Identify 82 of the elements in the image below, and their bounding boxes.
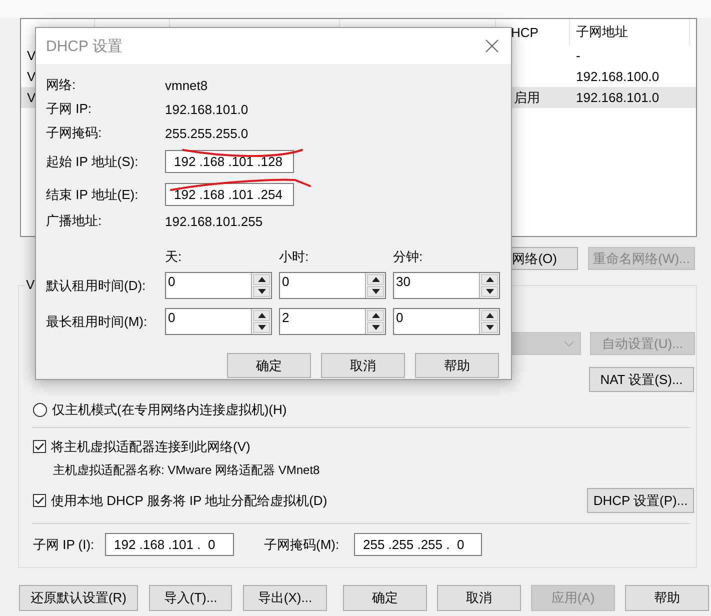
spin-field[interactable]: 0 — [393, 308, 500, 335]
dialog-button[interactable]: 取消 — [321, 353, 405, 378]
footer-button[interactable]: 导出(X)... — [243, 585, 327, 611]
table-cell: 启用 — [514, 88, 540, 106]
table-cell: V — [27, 48, 36, 63]
chevron-down-icon — [564, 340, 574, 346]
up-triangle-icon — [258, 313, 266, 318]
spin-down-button[interactable] — [253, 286, 270, 297]
spin-field[interactable]: 0 — [165, 308, 272, 335]
spin-up-button[interactable] — [253, 274, 270, 285]
adapter-name-text: 主机虚拟适配器名称: VMware 网络适配器 VMnet8 — [53, 462, 321, 478]
up-triangle-icon — [372, 313, 380, 318]
ip-field[interactable]: 255 .255 .255 . 0 — [354, 533, 482, 556]
field-label: 最长租用时间(M): — [46, 312, 148, 330]
column-header[interactable]: HCP — [511, 24, 538, 40]
field-label: 默认租用时间(D): — [46, 276, 147, 294]
field-label: 子网掩码: — [46, 124, 103, 142]
close-icon[interactable] — [485, 39, 499, 53]
table-cell: V — [27, 90, 36, 105]
footer-button[interactable]: 帮助 — [625, 585, 709, 611]
down-triangle-icon — [372, 325, 380, 330]
column-label: 小时: — [279, 249, 309, 264]
checkbox[interactable] — [33, 440, 46, 453]
down-triangle-icon — [486, 325, 494, 330]
footer-button[interactable]: 还原默认设置(R) — [19, 585, 138, 611]
dialog-title: DHCP 设置 — [46, 36, 122, 56]
spin-down-button[interactable] — [253, 322, 270, 333]
table-cell: 192.168.100.0 — [576, 69, 660, 84]
group-label: V — [25, 277, 36, 292]
spin-down-button[interactable] — [481, 322, 498, 333]
column-label: 天: — [165, 249, 182, 264]
column-header[interactable]: 子网地址 — [576, 23, 628, 41]
ip-field[interactable]: 192 .168 .101 . 0 — [105, 533, 234, 556]
field-value: vmnet8 — [165, 78, 208, 92]
dhcp-settings-button[interactable]: DHCP 设置(P)... — [587, 488, 694, 513]
spin-up-button[interactable] — [481, 310, 498, 321]
footer-button[interactable]: 确定 — [343, 585, 427, 611]
table-cell: V — [27, 69, 36, 84]
up-triangle-icon — [486, 277, 494, 282]
spin-down-button[interactable] — [367, 286, 384, 297]
spin-up-button[interactable] — [367, 310, 384, 321]
nat-settings-button[interactable]: NAT 设置(S)... — [589, 367, 694, 392]
spin-down-button[interactable] — [481, 286, 498, 297]
spin-field[interactable]: 0 — [279, 272, 386, 299]
spin-up-button[interactable] — [253, 310, 270, 321]
table-cell: 192.168.101.0 — [576, 90, 660, 105]
field-value: 255.255.255.0 — [165, 126, 248, 140]
down-triangle-icon — [486, 289, 494, 294]
radio-label[interactable]: 仅主机模式(在专用网络内连接虚拟机)(H) — [52, 400, 287, 418]
checkbox-label[interactable]: 将主机虚拟适配器连接到此网络(V) — [51, 438, 250, 456]
spin-field[interactable]: 0 — [165, 272, 272, 299]
spin-field[interactable]: 30 — [393, 272, 500, 299]
field-label: 子网掩码(M): — [264, 536, 340, 554]
up-triangle-icon — [372, 277, 380, 282]
footer-button[interactable]: 取消 — [437, 585, 521, 611]
table-cell: - — [576, 48, 580, 63]
field-label: 子网 IP (I): — [33, 536, 96, 554]
field-label: 子网 IP: — [46, 100, 93, 118]
column-label: 分钟: — [393, 249, 423, 264]
ip-field[interactable]: 192 .168 .101 .254 — [165, 183, 294, 206]
down-triangle-icon — [258, 325, 266, 330]
ip-field[interactable]: 192 .168 .101 .128 — [165, 150, 294, 173]
field-label: 起始 IP 地址(S): — [46, 152, 140, 170]
field-label: 结束 IP 地址(E): — [46, 186, 140, 204]
spin-down-button[interactable] — [367, 322, 384, 333]
down-triangle-icon — [372, 289, 380, 294]
spin-up-button[interactable] — [367, 274, 384, 285]
dialog-button[interactable]: 确定 — [227, 353, 311, 378]
field-label: 广播地址: — [46, 212, 103, 230]
field-value: 192.168.101.255 — [165, 214, 263, 228]
down-triangle-icon — [258, 289, 266, 294]
field-label: 网络: — [46, 76, 77, 94]
checkbox-label[interactable]: 使用本地 DHCP 服务将 IP 地址分配给虚拟机(D) — [51, 492, 328, 510]
up-triangle-icon — [258, 277, 266, 282]
field-value: 192.168.101.0 — [165, 102, 248, 116]
checkbox[interactable] — [33, 494, 46, 507]
spin-up-button[interactable] — [481, 274, 498, 285]
radio-button[interactable] — [33, 402, 47, 416]
up-triangle-icon — [486, 313, 494, 318]
dialog-button[interactable]: 帮助 — [415, 353, 499, 378]
footer-button[interactable]: 导入(T)... — [149, 585, 232, 611]
spin-field[interactable]: 2 — [279, 308, 386, 335]
